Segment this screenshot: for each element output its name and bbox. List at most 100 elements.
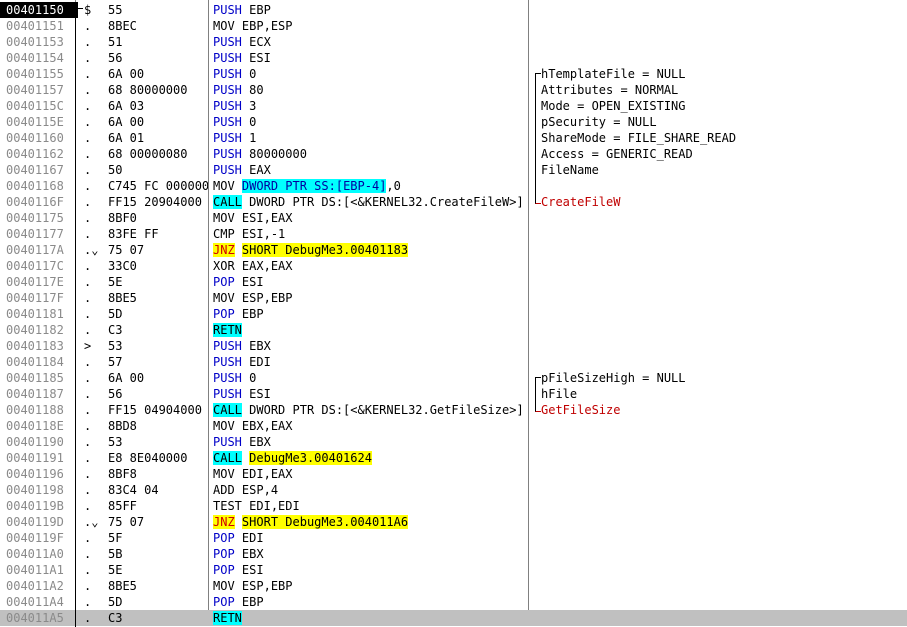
address-cell[interactable]: 0040117F <box>0 290 78 306</box>
instruction-row[interactable]: 00401160. 6A 01 PUSH 1 ShareMode = FILE_SHA… <box>0 130 907 146</box>
comment-cell[interactable]: CreateFileW <box>541 194 907 210</box>
disassembly-cell[interactable]: MOV ESP,EBP <box>213 578 528 594</box>
hex-dump-cell[interactable]: 68 80000000 <box>108 82 208 98</box>
hex-dump-cell[interactable]: 56 <box>108 386 208 402</box>
comment-cell[interactable]: GetFileSize <box>541 402 907 418</box>
address-cell[interactable]: 0040118E <box>0 418 78 434</box>
disassembly-cell[interactable]: XOR EAX,EAX <box>213 258 528 274</box>
disassembly-cell[interactable]: MOV EDI,EAX <box>213 466 528 482</box>
disassembly-cell[interactable]: PUSH EAX <box>213 162 528 178</box>
instruction-row[interactable]: 0040119D .⌄ 75 07 JNZ SHORT DebugMe3.004011… <box>0 514 907 530</box>
disassembly-cell[interactable]: ADD ESP,4 <box>213 482 528 498</box>
comment-cell[interactable] <box>541 242 907 258</box>
address-cell[interactable]: 00401182 <box>0 322 78 338</box>
disassembly-cell[interactable]: PUSH ESI <box>213 50 528 66</box>
address-cell[interactable]: 00401188 <box>0 402 78 418</box>
disassembly-cell[interactable]: POP EBP <box>213 306 528 322</box>
disassembly-cell[interactable]: PUSH 3 <box>213 98 528 114</box>
address-cell[interactable]: 00401168 <box>0 178 78 194</box>
instruction-row[interactable]: 004011A4. 5D POP EBP <box>0 594 907 610</box>
address-cell[interactable]: 00401190 <box>0 434 78 450</box>
comment-cell[interactable] <box>541 354 907 370</box>
address-cell[interactable]: 0040115C <box>0 98 78 114</box>
disassembly-cell[interactable]: POP EBP <box>213 594 528 610</box>
address-cell[interactable]: 00401162 <box>0 146 78 162</box>
instruction-row[interactable]: 00401198. 83C4 04 ADD ESP,4 <box>0 482 907 498</box>
instruction-row[interactable]: 0040117F. 8BE5 MOV ESP,EBP <box>0 290 907 306</box>
instruction-row[interactable]: 0040117C. 33C0 XOR EAX,EAX <box>0 258 907 274</box>
hex-dump-cell[interactable]: 8BF8 <box>108 466 208 482</box>
disassembly-cell[interactable]: JNZ SHORT DebugMe3.00401183 <box>213 242 528 258</box>
instruction-row[interactable]: 0040115E. 6A 00 PUSH 0 pSecurity = NULL <box>0 114 907 130</box>
comment-cell[interactable] <box>541 562 907 578</box>
address-cell[interactable]: 00401191 <box>0 450 78 466</box>
address-cell[interactable]: 00401184 <box>0 354 78 370</box>
comment-cell[interactable] <box>541 594 907 610</box>
address-cell[interactable]: 00401185 <box>0 370 78 386</box>
address-cell[interactable]: 00401187 <box>0 386 78 402</box>
disassembly-cell[interactable]: MOV ESI,EAX <box>213 210 528 226</box>
address-cell[interactable]: 004011A1 <box>0 562 78 578</box>
address-cell[interactable]: 004011A2 <box>0 578 78 594</box>
disassembly-cell[interactable]: PUSH EBX <box>213 434 528 450</box>
instruction-row[interactable]: 00401151. 8BEC MOV EBP,ESP <box>0 18 907 34</box>
instruction-row[interactable]: 00401153. 51 PUSH ECX <box>0 34 907 50</box>
comment-cell[interactable] <box>541 2 907 18</box>
comment-cell[interactable] <box>541 610 907 626</box>
address-cell[interactable]: 00401154 <box>0 50 78 66</box>
comment-cell[interactable]: hTemplateFile = NULL <box>541 66 907 82</box>
hex-dump-cell[interactable]: 5D <box>108 594 208 610</box>
disassembly-cell[interactable]: PUSH ECX <box>213 34 528 50</box>
disassembly-cell[interactable]: TEST EDI,EDI <box>213 498 528 514</box>
disassembly-cell[interactable]: POP EBX <box>213 546 528 562</box>
comment-cell[interactable] <box>541 322 907 338</box>
disassembly-cell[interactable]: PUSH EBX <box>213 338 528 354</box>
address-cell[interactable]: 00401155 <box>0 66 78 82</box>
instruction-row[interactable]: 00401167. 50 PUSH EAX FileName <box>0 162 907 178</box>
disassembly-cell[interactable]: PUSH 0 <box>213 114 528 130</box>
instruction-row[interactable]: 00401150 $55 PUSH EBP <box>0 2 907 18</box>
instruction-row[interactable]: 00401185. 6A 00 PUSH 0 pFileSizeHigh = NULL <box>0 370 907 386</box>
instruction-row[interactable]: 0040119F. 5F POP EDI <box>0 530 907 546</box>
address-cell[interactable]: 00401198 <box>0 482 78 498</box>
comment-cell[interactable] <box>541 482 907 498</box>
address-cell[interactable]: 00401167 <box>0 162 78 178</box>
instruction-row[interactable]: 00401162. 68 00000080 PUSH 80000000 Access … <box>0 146 907 162</box>
instruction-row[interactable]: 0040118E. 8BD8 MOV EBX,EAX <box>0 418 907 434</box>
hex-dump-cell[interactable]: 8BE5 <box>108 578 208 594</box>
comment-cell[interactable]: Attributes = NORMAL <box>541 82 907 98</box>
disassembly-cell[interactable]: CALL DWORD PTR DS:[<&KERNEL32.CreateFile… <box>213 194 528 210</box>
disassembly-cell[interactable]: PUSH 80 <box>213 82 528 98</box>
disassembly-cell[interactable]: CMP ESI,-1 <box>213 226 528 242</box>
comment-cell[interactable] <box>541 50 907 66</box>
hex-dump-cell[interactable]: 8BD8 <box>108 418 208 434</box>
comment-cell[interactable] <box>541 306 907 322</box>
disassembly-cell[interactable]: POP ESI <box>213 274 528 290</box>
comment-cell[interactable] <box>541 338 907 354</box>
hex-dump-cell[interactable]: 50 <box>108 162 208 178</box>
address-cell[interactable]: 0040115E <box>0 114 78 130</box>
comment-cell[interactable] <box>541 434 907 450</box>
hex-dump-cell[interactable]: 83C4 04 <box>108 482 208 498</box>
disassembly-cell[interactable]: POP EDI <box>213 530 528 546</box>
disassembly-cell[interactable]: RETN <box>213 322 528 338</box>
instruction-row[interactable]: 00401157. 68 80000000 PUSH 80 Attributes = … <box>0 82 907 98</box>
hex-dump-cell[interactable]: 85FF <box>108 498 208 514</box>
hex-dump-cell[interactable]: 83FE FF <box>108 226 208 242</box>
hex-dump-cell[interactable]: 51 <box>108 34 208 50</box>
hex-dump-cell[interactable]: FF15 04904000 <box>108 402 208 418</box>
instruction-row[interactable]: 0040119B. 85FF TEST EDI,EDI <box>0 498 907 514</box>
address-cell[interactable]: 00401160 <box>0 130 78 146</box>
hex-dump-cell[interactable]: 5E <box>108 274 208 290</box>
instruction-row[interactable]: 00401175. 8BF0 MOV ESI,EAX <box>0 210 907 226</box>
disassembly-cell[interactable]: PUSH 0 <box>213 370 528 386</box>
disassembly-cell[interactable]: CALL DebugMe3.00401624 <box>213 450 528 466</box>
comment-cell[interactable] <box>541 514 907 530</box>
disassembly-cell[interactable]: CALL DWORD PTR DS:[<&KERNEL32.GetFileSiz… <box>213 402 528 418</box>
hex-dump-cell[interactable]: 33C0 <box>108 258 208 274</box>
address-cell[interactable]: 004011A4 <box>0 594 78 610</box>
disassembly-cell[interactable]: PUSH 1 <box>213 130 528 146</box>
instruction-row[interactable]: 004011A1. 5E POP ESI <box>0 562 907 578</box>
disassembly-cell[interactable]: RETN <box>213 610 528 626</box>
comment-cell[interactable] <box>541 498 907 514</box>
